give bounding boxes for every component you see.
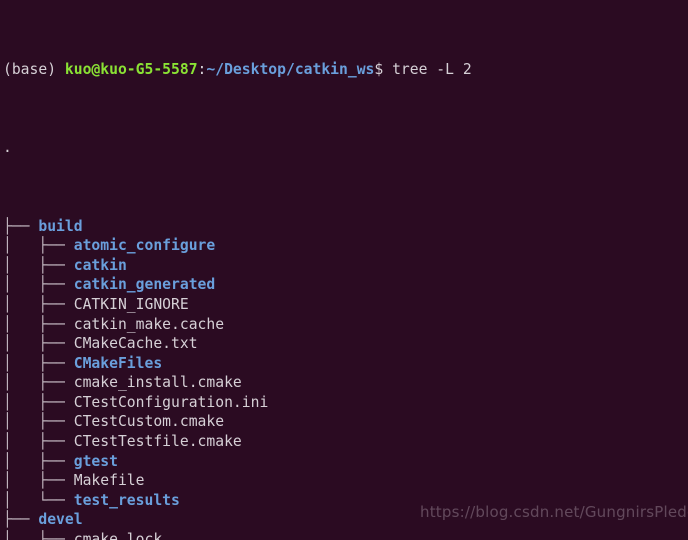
command-text[interactable]: tree -L 2 (392, 61, 472, 78)
tree-line: │ ├── Makefile (3, 471, 675, 491)
tree-branch-glyph: │ ├── (3, 393, 74, 411)
tree-entry-file: CTestTestfile.cmake (73, 433, 242, 451)
tree-entry-dir: CMakeFiles (73, 354, 163, 372)
tree-entry-file: cmake_install.cmake (73, 374, 242, 392)
tree-branch-glyph: ├── (3, 217, 39, 235)
tree-branch-glyph: │ ├── (3, 335, 74, 353)
tree-line: │ ├── CMakeCache.txt (3, 334, 675, 354)
tree-entry-dir: gtest (73, 452, 118, 470)
tree-branch-glyph: │ ├── (3, 472, 74, 490)
tree-line: │ ├── catkin (3, 256, 675, 276)
tree-branch-glyph: │ ├── (3, 433, 74, 451)
tree-branch-glyph: │ ├── (3, 354, 74, 372)
tree-line: │ ├── CATKIN_IGNORE (3, 295, 675, 315)
tree-branch-glyph: │ ├── (3, 531, 74, 540)
prompt-sigil: $ (374, 60, 393, 78)
tree-entry-file: Makefile (73, 472, 145, 490)
prompt-line: (base) kuo@kuo-G5-5587:~/Desktop/catkin_… (3, 60, 675, 80)
tree-branch-glyph: │ ├── (3, 374, 74, 392)
tree-entry-file: catkin_make.cache (73, 315, 225, 333)
tree-branch-glyph: │ ├── (3, 413, 74, 431)
tree-entry-dir: atomic_configure (73, 237, 216, 255)
tree-branch-glyph: │ ├── (3, 237, 74, 255)
tree-line: ├── build (3, 217, 675, 237)
tree-root-label: . (3, 139, 12, 157)
tree-branch-glyph: ├── (3, 511, 39, 529)
tree-line: │ ├── gtest (3, 452, 675, 472)
tree-entry-file: CTestConfiguration.ini (73, 393, 269, 411)
tree-entry-file: CATKIN_IGNORE (73, 295, 189, 313)
tree-line: │ └── test_results (3, 491, 675, 511)
tree-entry-dir: devel (38, 511, 83, 529)
tree-branch-glyph: │ ├── (3, 295, 74, 313)
terminal-screen: (base) kuo@kuo-G5-5587:~/Desktop/catkin_… (3, 1, 675, 540)
tree-entry-file: CTestCustom.cmake (73, 413, 225, 431)
tree-branch-glyph: │ ├── (3, 276, 74, 294)
tree-entry-dir: catkin_generated (73, 276, 216, 294)
tree-entry-dir: catkin (73, 256, 127, 274)
tree-output: ├── build │ ├── atomic_configure │ ├── cat… (3, 217, 675, 540)
tree-line: │ ├── CMakeFiles (3, 354, 675, 374)
tree-line: │ ├── CTestConfiguration.ini (3, 393, 675, 413)
tree-branch-glyph: │ ├── (3, 315, 74, 333)
tree-line: │ ├── CTestCustom.cmake (3, 412, 675, 432)
tree-branch-glyph: │ ├── (3, 452, 74, 470)
tree-entry-dir: test_results (73, 491, 180, 509)
tree-branch-glyph: │ └── (3, 491, 74, 509)
tree-root-line: . (3, 138, 675, 158)
terminal-window[interactable]: (base) kuo@kuo-G5-5587:~/Desktop/catkin_… (0, 0, 688, 540)
tree-line: │ ├── catkin_make.cache (3, 315, 675, 335)
prompt-path: ~/Desktop/catkin_ws (206, 60, 375, 78)
tree-line: │ ├── cmake_install.cmake (3, 373, 675, 393)
tree-entry-file: CMakeCache.txt (73, 335, 198, 353)
tree-line: │ ├── cmake.lock (3, 530, 675, 540)
tree-entry-dir: build (38, 217, 83, 235)
conda-env-label: (base) (3, 60, 65, 78)
tree-line: │ ├── atomic_configure (3, 236, 675, 256)
prompt-user-host: kuo@kuo-G5-5587 (64, 60, 198, 78)
tree-line: ├── devel (3, 510, 675, 530)
tree-line: │ ├── CTestTestfile.cmake (3, 432, 675, 452)
tree-branch-glyph: │ ├── (3, 256, 74, 274)
tree-line: │ ├── catkin_generated (3, 275, 675, 295)
tree-entry-file: cmake.lock (73, 531, 163, 540)
